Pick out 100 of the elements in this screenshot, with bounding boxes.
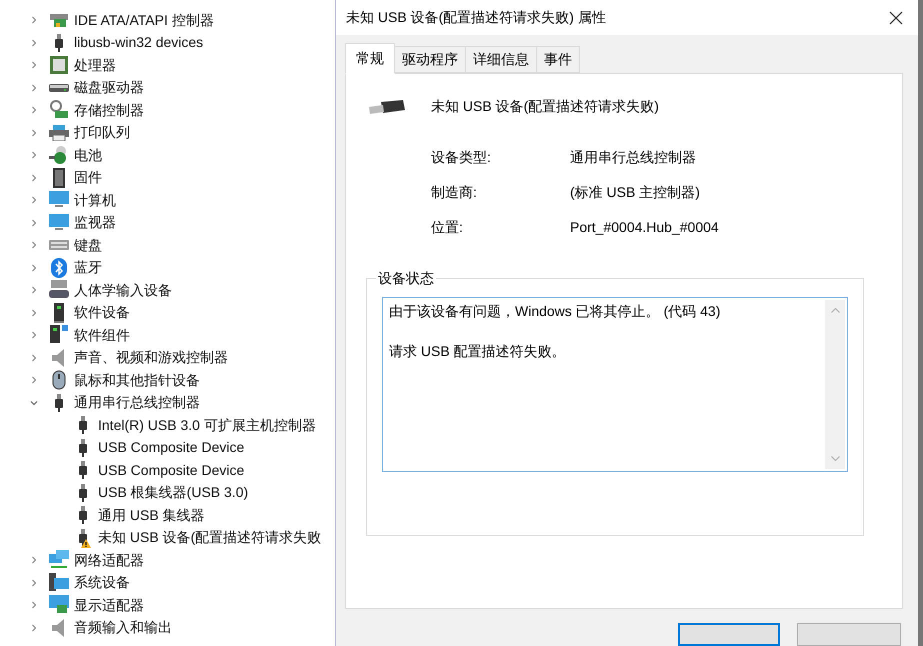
controller-card-icon: [49, 11, 69, 30]
mouse-icon: [52, 370, 66, 390]
tree-item-label: 网络适配器: [74, 550, 144, 570]
tree-item[interactable]: 电池: [0, 144, 335, 166]
property-label: 设备类型:: [431, 148, 492, 167]
software-component-icon: [50, 325, 68, 346]
expand-chevron-icon[interactable]: [30, 151, 38, 160]
tree-item-label: 磁盘驱动器: [74, 78, 144, 98]
tree-item[interactable]: libusb-win32 devices: [0, 32, 335, 54]
tree-item[interactable]: 存储控制器: [0, 99, 335, 122]
expand-chevron-icon[interactable]: [30, 354, 38, 362]
status-message: 请求 USB 配置描述符失败。: [389, 342, 567, 362]
usb-plug-icon: [78, 461, 88, 480]
tree-item[interactable]: 未知 USB 设备(配置描述符请求失败: [0, 526, 335, 549]
display-adapter-icon: [49, 595, 69, 616]
tree-item[interactable]: IDE ATA/ATAPI 控制器: [0, 9, 335, 32]
tree-item-label: 打印队列: [74, 123, 130, 142]
tree-item[interactable]: 软件设备: [0, 302, 335, 324]
tree-item[interactable]: 键盘: [0, 234, 335, 256]
tree-item-label: 蓝牙: [74, 258, 102, 278]
disk-drive-icon: [49, 82, 69, 93]
expand-chevron-icon[interactable]: [30, 308, 38, 317]
system-devices-icon: [49, 572, 69, 593]
tree-item[interactable]: 计算机: [0, 189, 335, 212]
tree-item-label: 声音、视频和游戏控制器: [74, 348, 228, 368]
usb-plug-icon: [78, 416, 88, 434]
status-text-box[interactable]: 由于该设备有问题，Windows 已将其停止。 (代码 43) 请求 USB 配置描述符失败。: [382, 297, 848, 472]
tree-item[interactable]: 通用 USB 集线器: [0, 504, 335, 526]
tree-item[interactable]: Intel(R) USB 3.0 可扩展主机控制器: [0, 414, 335, 436]
expand-chevron-icon[interactable]: [30, 624, 38, 632]
tree-item[interactable]: 磁盘驱动器: [0, 76, 335, 99]
property-value: 通用串行总线控制器: [570, 148, 696, 167]
tree-item[interactable]: 打印队列: [0, 122, 335, 144]
tree-item[interactable]: 鼠标和其他指针设备: [0, 369, 335, 392]
expand-chevron-icon[interactable]: [30, 286, 38, 294]
tree-item[interactable]: 蓝牙: [0, 256, 335, 279]
tree-item-label: IDE ATA/ATAPI 控制器: [74, 10, 214, 30]
tree-item[interactable]: 人体学输入设备: [0, 279, 335, 302]
usb-plug-icon: [78, 506, 88, 524]
tree-item-label: 音频输入和输出: [74, 618, 172, 638]
usb-plug-icon: [54, 394, 64, 412]
tree-item[interactable]: 固件: [0, 166, 335, 189]
tree-item[interactable]: 系统设备: [0, 572, 335, 594]
expand-chevron-icon[interactable]: [30, 241, 38, 250]
tree-item[interactable]: 处理器: [0, 54, 335, 76]
tree-item[interactable]: 网络适配器: [0, 549, 335, 572]
tree-item-label: USB 根集线器(USB 3.0): [98, 483, 248, 502]
tab[interactable]: 常规: [345, 43, 395, 74]
usb-plug-icon: [54, 34, 64, 52]
storage-controller-icon: [49, 100, 69, 120]
tree-item-label: USB Composite Device: [98, 438, 244, 458]
tree-item-label: USB Composite Device: [98, 460, 244, 480]
tab[interactable]: 详细信息: [466, 46, 537, 74]
status-message: 由于该设备有问题，Windows 已将其停止。 (代码 43): [389, 302, 722, 322]
tree-item-label: 通用串行总线控制器: [74, 393, 200, 412]
tab[interactable]: 驱动程序: [395, 46, 466, 74]
expand-chevron-icon[interactable]: [30, 174, 38, 182]
tree-item[interactable]: 显示适配器: [0, 594, 335, 616]
tree-item-label: 显示适配器: [74, 596, 144, 615]
tree-item[interactable]: USB Composite Device: [0, 459, 335, 482]
software-device-icon: [54, 302, 64, 323]
tree-item[interactable]: 声音、视频和游戏控制器: [0, 346, 335, 369]
expand-chevron-icon[interactable]: [30, 264, 38, 272]
tree-item-label: 软件设备: [74, 303, 130, 322]
expand-chevron-icon[interactable]: [30, 128, 38, 137]
close-icon[interactable]: [889, 10, 903, 25]
monitor-icon: [49, 191, 69, 210]
expand-chevron-icon[interactable]: [30, 38, 38, 47]
tree-item[interactable]: 监视器: [0, 212, 335, 234]
expand-chevron-icon[interactable]: [30, 196, 38, 204]
expand-chevron-icon[interactable]: [30, 578, 38, 587]
expand-chevron-icon[interactable]: [30, 218, 38, 227]
tab[interactable]: 事件: [537, 46, 580, 74]
tree-item-label: 系统设备: [74, 573, 130, 592]
expand-chevron-icon[interactable]: [30, 556, 38, 564]
tree-item-label: 未知 USB 设备(配置描述符请求失败: [98, 528, 322, 548]
expand-chevron-icon[interactable]: [30, 601, 38, 610]
expand-chevron-icon[interactable]: [30, 16, 38, 24]
tree-item-label: 鼠标和其他指针设备: [74, 370, 200, 390]
tree-item-label: 监视器: [74, 213, 116, 232]
expand-chevron-icon[interactable]: [30, 376, 38, 384]
speaker-icon: [52, 348, 66, 368]
expand-chevron-icon[interactable]: [30, 331, 38, 340]
tree-item-label: 电池: [74, 146, 102, 165]
tree-item[interactable]: USB 根集线器(USB 3.0): [0, 482, 335, 504]
tree-item-label: 通用 USB 集线器: [98, 506, 205, 525]
tree-item[interactable]: USB Composite Device: [0, 436, 335, 459]
tree-item-label: 存储控制器: [74, 100, 144, 120]
expand-chevron-icon[interactable]: [30, 106, 38, 114]
dialog-button[interactable]: [678, 623, 780, 646]
usb-plug-icon: [78, 484, 88, 502]
monitor-icon: [49, 214, 69, 232]
expand-chevron-icon[interactable]: [30, 84, 38, 92]
expand-chevron-icon[interactable]: [30, 61, 38, 70]
tree-item[interactable]: 音频输入和输出: [0, 616, 335, 639]
tree-item[interactable]: 软件组件: [0, 324, 335, 346]
firmware-chip-icon: [51, 168, 67, 188]
usb-plug-icon: [367, 98, 407, 115]
tree-item[interactable]: 通用串行总线控制器: [0, 392, 335, 414]
collapse-chevron-icon[interactable]: [30, 398, 38, 407]
